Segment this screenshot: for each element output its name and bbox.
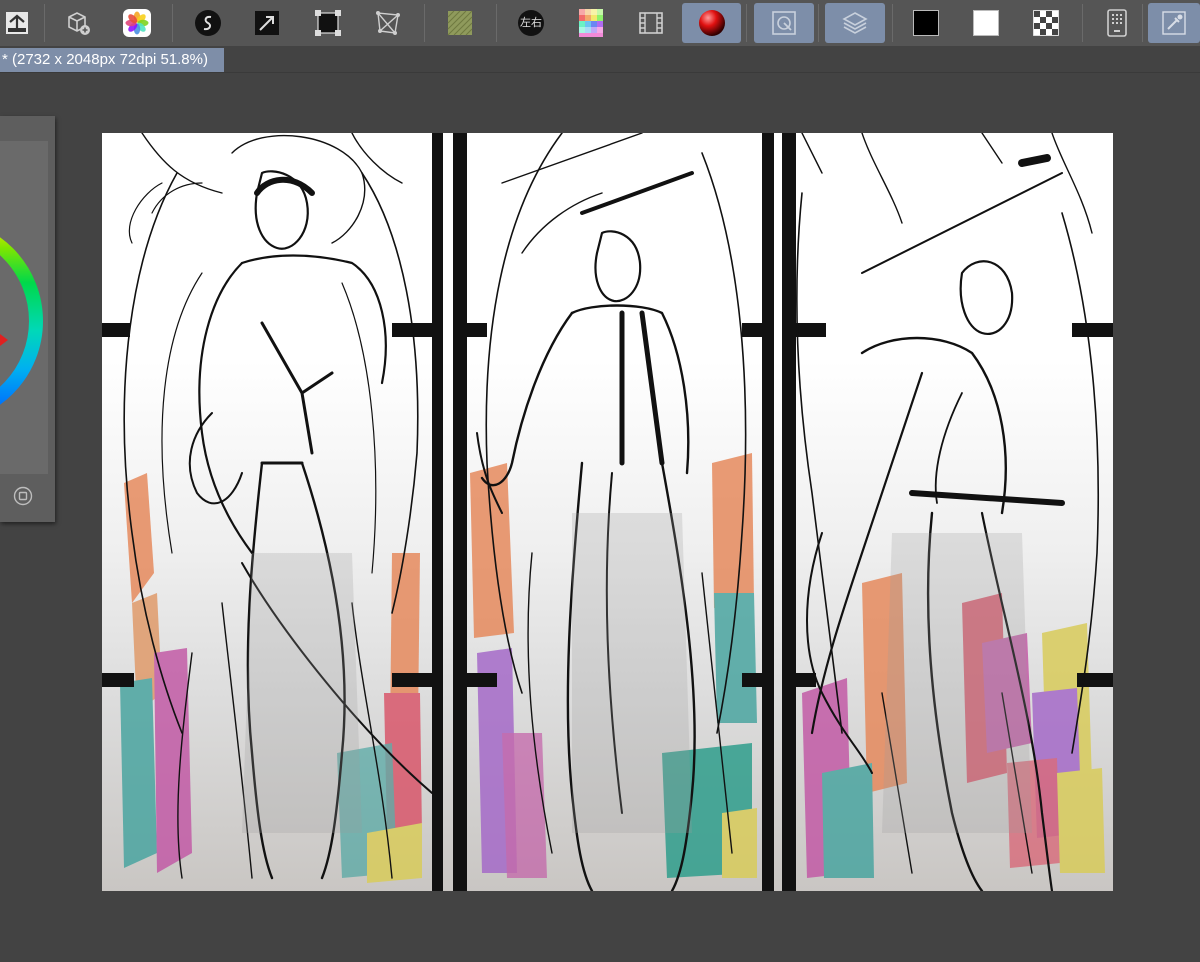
color-wheel-panel <box>0 116 55 522</box>
add-3d-material-button[interactable] <box>55 3 101 43</box>
sub-color-button[interactable] <box>963 3 1009 43</box>
pen-pressure-button[interactable] <box>244 3 290 43</box>
flip-horizontal-button[interactable]: 左右 <box>508 3 554 43</box>
main-color-button[interactable] <box>903 3 949 43</box>
save-button[interactable] <box>0 3 40 43</box>
checker-swatch-icon <box>1033 10 1059 36</box>
filmstrip-icon <box>639 12 663 34</box>
color-grid-icon <box>579 9 603 37</box>
tablet-icon <box>1107 9 1127 37</box>
black-swatch-icon <box>913 10 939 36</box>
texture-square-icon <box>447 10 473 36</box>
layers-button[interactable] <box>825 3 885 43</box>
top-toolbar: 左右 <box>0 0 1200 46</box>
mesh-transform-icon <box>376 11 400 35</box>
save-tray-icon <box>6 12 28 34</box>
layers-stack-icon <box>842 12 868 34</box>
texture-button[interactable] <box>437 3 483 43</box>
navigator-icon <box>772 11 796 35</box>
drawing-canvas[interactable] <box>102 133 1113 891</box>
palette-grid-button[interactable] <box>568 3 614 43</box>
hue-marker[interactable] <box>0 334 8 346</box>
color-wheel[interactable] <box>0 141 48 474</box>
eyedropper-icon <box>1162 11 1186 35</box>
artwork-sketch <box>102 133 1113 891</box>
color-sphere-button[interactable] <box>682 3 741 43</box>
s-curve-icon <box>195 10 221 36</box>
color-wheel-area[interactable] <box>0 141 48 474</box>
white-swatch-icon <box>973 10 999 36</box>
cube-plus-icon <box>68 12 90 35</box>
smoothing-button[interactable] <box>185 3 231 43</box>
transparent-color-button[interactable] <box>1023 3 1069 43</box>
document-tab[interactable]: * (2732 x 2048px 72dpi 51.8%) <box>0 48 224 72</box>
mesh-transform-button[interactable] <box>365 3 411 43</box>
transform-box-icon <box>315 10 341 36</box>
arrow-pen-icon <box>255 11 279 35</box>
document-area-divider <box>0 72 1200 73</box>
transform-button[interactable] <box>305 3 351 43</box>
panel-expand-icon[interactable] <box>13 486 33 506</box>
device-settings-button[interactable] <box>1094 3 1140 43</box>
filmstrip-button[interactable] <box>628 3 674 43</box>
eyedropper-button[interactable] <box>1148 3 1200 43</box>
photos-flower-icon <box>123 9 151 37</box>
document-tab-title: * (2732 x 2048px 72dpi 51.8%) <box>2 51 208 68</box>
photos-button[interactable] <box>114 3 160 43</box>
flip-text-icon: 左右 <box>518 10 544 36</box>
red-sphere-icon <box>698 10 725 36</box>
navigator-button[interactable] <box>754 3 814 43</box>
